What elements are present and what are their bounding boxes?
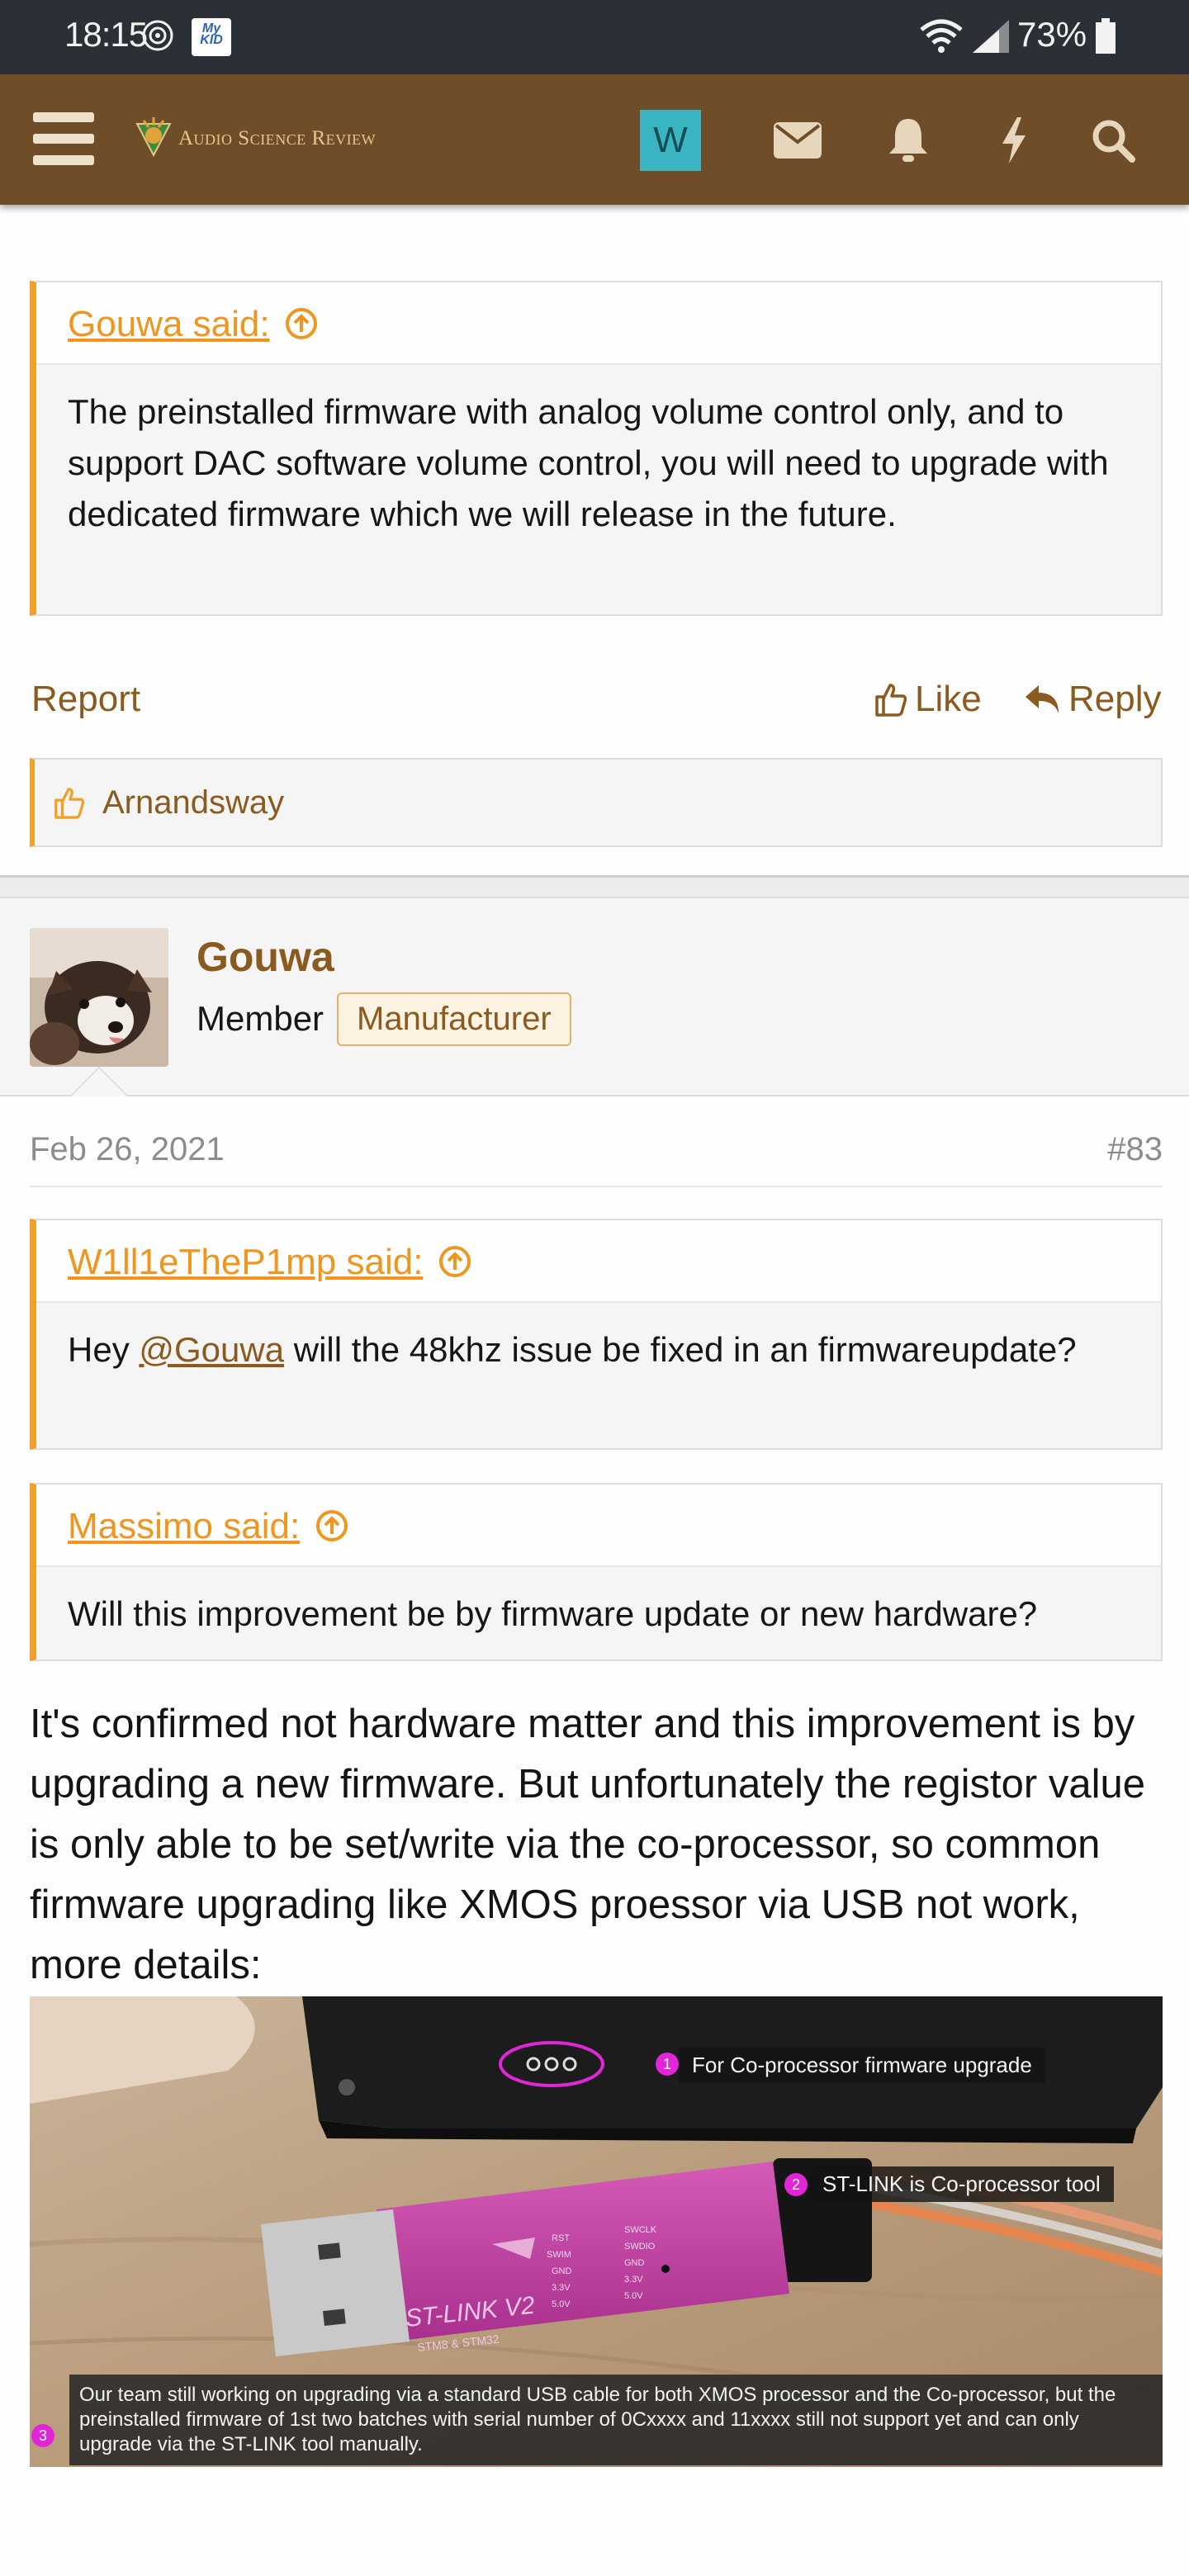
- arrow-up-circle-icon[interactable]: [315, 1509, 348, 1542]
- reactions-bar[interactable]: Arnandsway: [30, 758, 1163, 847]
- thumbs-up-icon: [54, 788, 84, 819]
- site-header: Audio Science Review W: [0, 74, 1189, 205]
- svg-text:3.3V: 3.3V: [624, 2275, 643, 2285]
- arrow-up-circle-icon[interactable]: [285, 307, 318, 340]
- quote-author-link[interactable]: W1ll1eTheP1mp said:: [68, 1242, 423, 1282]
- avatar-pointer: [71, 1068, 127, 1096]
- menu-bar: [33, 134, 94, 144]
- svg-text:GND: GND: [624, 2258, 645, 2268]
- user-banner-badge: Manufacturer: [337, 992, 571, 1046]
- kid-app-icon: My KID: [192, 18, 231, 56]
- status-time: 18:15: [64, 15, 148, 54]
- wifi-icon: [920, 19, 963, 53]
- reaction-users[interactable]: Arnandsway: [102, 784, 284, 822]
- user-mention-link[interactable]: @Gouwa: [139, 1330, 284, 1369]
- quote-text-post: will the 48khz issue be fixed in an firm…: [284, 1330, 1077, 1369]
- quote-header: Gouwa said:: [36, 282, 1161, 365]
- reply-icon: [1026, 685, 1059, 713]
- menu-bar: [33, 155, 94, 165]
- svg-text:SWDIO: SWDIO: [624, 2242, 656, 2252]
- quote-block: Massimo said: Will this improvement be b…: [30, 1483, 1163, 1661]
- user-title: Member: [197, 999, 324, 1038]
- quote-block: Gouwa said: The preinstalled firmware wi…: [30, 281, 1163, 616]
- thumbs-up-icon: [875, 684, 907, 717]
- user-avatar[interactable]: [30, 928, 168, 1067]
- post-attachment-image[interactable]: ST-LINK V2 STM8 & STM32 RST SWIM GND 3.3V 5.…: [30, 1996, 1163, 2467]
- search-button[interactable]: [1080, 107, 1146, 173]
- post-user-header: Gouwa Member Manufacturer: [0, 898, 1189, 1096]
- battery-icon: [1096, 18, 1116, 54]
- whats-new-button[interactable]: [981, 107, 1047, 173]
- menu-button[interactable]: [33, 112, 94, 165]
- svg-text:3.3V: 3.3V: [552, 2283, 571, 2293]
- battery-percent: 73%: [1017, 15, 1087, 54]
- svg-text:5.0V: 5.0V: [624, 2291, 643, 2301]
- quote-text: Will this improvement be by firmware upd…: [68, 1594, 1038, 1633]
- reply-label: Reply: [1068, 679, 1162, 719]
- logo-icon: [135, 117, 172, 158]
- post-actions: Report Like Reply: [0, 669, 1189, 735]
- annotation-number: 3: [31, 2424, 54, 2447]
- reply-button[interactable]: Reply: [1024, 679, 1162, 720]
- svg-text:SWCLK: SWCLK: [624, 2225, 657, 2235]
- bolt-icon: [1002, 117, 1026, 163]
- svg-text:SWIM: SWIM: [547, 2250, 571, 2260]
- quote-text: Hey @Gouwa will the 48khz issue be fixed…: [36, 1303, 1161, 1400]
- mail-icon: [774, 122, 822, 159]
- menu-bar: [33, 112, 94, 122]
- annotation-number: 2: [784, 2173, 808, 2196]
- report-link[interactable]: Report: [31, 679, 140, 720]
- bell-icon: [889, 119, 927, 162]
- image-caption: Our team still working on upgrading via …: [69, 2375, 1163, 2465]
- meta-divider: [30, 1186, 1163, 1187]
- post-message: It's confirmed not hardware matter and t…: [30, 1702, 1145, 1987]
- annotation-label: For Co-processor firmware upgrade: [679, 2048, 1045, 2083]
- dog-avatar-image: [30, 928, 168, 1067]
- annotation-number: 1: [656, 2053, 679, 2076]
- arrow-up-circle-icon[interactable]: [438, 1245, 471, 1278]
- svg-text:GND: GND: [552, 2266, 572, 2276]
- post-separator: [0, 875, 1189, 898]
- annotation-label: ST-LINK is Co-processor tool: [809, 2166, 1114, 2202]
- site-logo[interactable]: Audio Science Review: [130, 116, 376, 162]
- search-icon: [1092, 120, 1135, 163]
- inbox-button[interactable]: [765, 107, 831, 173]
- quote-author-link[interactable]: Massimo said:: [68, 1506, 300, 1546]
- post-username[interactable]: Gouwa: [197, 933, 334, 981]
- svg-text:RST: RST: [552, 2233, 570, 2243]
- quote-header: W1ll1eTheP1mp said:: [36, 1220, 1161, 1303]
- status-bar: 18:15 My KID 73%: [0, 0, 1189, 74]
- quote-author-link[interactable]: Gouwa said:: [68, 304, 270, 344]
- like-button[interactable]: Like: [874, 679, 982, 720]
- alerts-button[interactable]: [875, 107, 941, 173]
- hotspot-icon: [142, 20, 173, 51]
- logo-text: Audio Science Review: [178, 127, 377, 149]
- report-label: Report: [31, 679, 141, 719]
- user-avatar: W: [640, 110, 701, 171]
- quote-text: The preinstalled firmware with analog vo…: [68, 392, 1109, 533]
- account-button[interactable]: W: [637, 107, 703, 173]
- post-number[interactable]: #83: [1107, 1131, 1163, 1168]
- like-label: Like: [915, 679, 982, 719]
- quote-header: Massimo said:: [36, 1485, 1161, 1567]
- quote-block: W1ll1eTheP1mp said: Hey @Gouwa will the …: [30, 1219, 1163, 1450]
- signal-icon: [973, 20, 1009, 53]
- quote-text-pre: Hey: [68, 1330, 140, 1369]
- post-date[interactable]: Feb 26, 2021: [30, 1131, 225, 1168]
- svg-text:5.0V: 5.0V: [552, 2299, 571, 2309]
